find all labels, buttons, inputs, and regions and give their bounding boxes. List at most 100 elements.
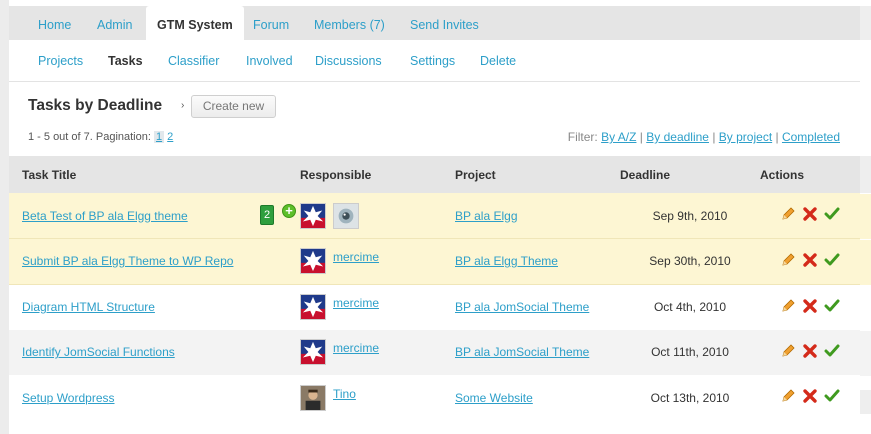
- task-link[interactable]: Beta Test of BP ala Elgg theme: [22, 209, 188, 223]
- table-header-row: Task Title Responsible Project Deadline …: [9, 156, 860, 193]
- deadline-text: Oct 13th, 2010: [650, 390, 730, 405]
- project-link[interactable]: BP ala Elgg: [455, 209, 518, 223]
- subnav-classifier[interactable]: Classifier: [168, 54, 219, 68]
- deadline-cell: Sep 30th, 2010: [620, 238, 760, 285]
- task-title-cell: Beta Test of BP ala Elgg theme 2 +: [9, 193, 300, 239]
- project-link[interactable]: BP ala Elgg Theme: [455, 254, 558, 268]
- create-new-button[interactable]: Create new: [191, 95, 276, 118]
- primary-nav: Home Admin GTM System Forum Members (7) …: [9, 6, 860, 40]
- check-icon[interactable]: [824, 343, 840, 359]
- project-link[interactable]: Some Website: [455, 391, 533, 405]
- comment-count-badge: 2: [260, 205, 274, 225]
- actions-cell: [760, 238, 860, 285]
- delete-icon[interactable]: [802, 252, 818, 268]
- subnav-discussions[interactable]: Discussions: [315, 54, 382, 68]
- responsible-link[interactable]: mercime: [333, 250, 379, 264]
- filter-by-deadline[interactable]: By deadline: [646, 130, 709, 144]
- deadline-text: Oct 11th, 2010: [651, 345, 729, 360]
- nav-forum[interactable]: Forum: [253, 6, 289, 40]
- col-task-title[interactable]: Task Title: [9, 156, 300, 193]
- subnav-settings[interactable]: Settings: [410, 54, 455, 68]
- project-cell: BP ala JomSocial Theme: [455, 329, 620, 375]
- deadline-cell: Oct 4th, 2010: [620, 284, 760, 330]
- task-link[interactable]: Setup Wordpress: [22, 391, 115, 405]
- check-icon[interactable]: [824, 388, 840, 404]
- avatar-icon[interactable]: [300, 339, 326, 366]
- project-cell: BP ala JomSocial Theme: [455, 284, 620, 330]
- responsible-cell: Tino: [300, 375, 455, 421]
- subnav-projects[interactable]: Projects: [38, 54, 83, 68]
- col-deadline[interactable]: Deadline: [620, 156, 760, 193]
- nav-home[interactable]: Home: [38, 6, 71, 40]
- eye-avatar-icon[interactable]: [333, 202, 359, 229]
- task-link[interactable]: Submit BP ala Elgg Theme to WP Repo: [22, 254, 233, 268]
- page-link-1[interactable]: 1: [153, 131, 165, 143]
- subnav-tasks[interactable]: Tasks: [108, 54, 143, 68]
- responsible-link[interactable]: mercime: [333, 296, 379, 310]
- deadline-cell: Sep 9th, 2010: [620, 193, 760, 239]
- check-icon[interactable]: [824, 252, 840, 268]
- responsible-cell: [300, 193, 455, 239]
- filter-separator: |: [775, 130, 779, 144]
- actions-cell: [760, 329, 860, 375]
- project-link[interactable]: BP ala JomSocial Theme: [455, 345, 589, 359]
- filter-label: Filter:: [567, 130, 598, 144]
- check-icon[interactable]: [824, 206, 840, 222]
- actions-cell: [760, 193, 860, 239]
- responsible-link[interactable]: Tino: [333, 387, 356, 401]
- page: Home Admin GTM System Forum Members (7) …: [9, 0, 860, 434]
- pencil-icon[interactable]: [780, 343, 796, 359]
- col-project[interactable]: Project: [455, 156, 620, 193]
- project-cell: Some Website: [455, 375, 620, 421]
- right-gutter: [860, 0, 871, 434]
- delete-icon[interactable]: [802, 298, 818, 314]
- table-row: Setup Wordpress Tino Some Website Oct 13…: [9, 375, 860, 421]
- task-title-cell: Submit BP ala Elgg Theme to WP Repo: [9, 238, 300, 285]
- nav-send-invites[interactable]: Send Invites: [410, 6, 479, 40]
- nav-admin[interactable]: Admin: [97, 6, 132, 40]
- responsible-cell: mercime: [300, 284, 455, 330]
- filter-by-project[interactable]: By project: [719, 130, 772, 144]
- filter-by-az[interactable]: By A/Z: [601, 130, 636, 144]
- pencil-icon[interactable]: [780, 252, 796, 268]
- nav-members[interactable]: Members (7): [314, 6, 385, 40]
- deadline-text: Sep 30th, 2010: [649, 254, 731, 269]
- col-responsible[interactable]: Responsible: [300, 156, 455, 193]
- actions-cell: [760, 375, 860, 421]
- actions-cell: [760, 284, 860, 330]
- pencil-icon[interactable]: [780, 388, 796, 404]
- pencil-icon[interactable]: [780, 206, 796, 222]
- page-link-2[interactable]: 2: [167, 131, 173, 143]
- deadline-text: Sep 9th, 2010: [652, 208, 728, 223]
- project-cell: BP ala Elgg: [455, 193, 620, 239]
- deadline-cell: Oct 11th, 2010: [620, 329, 760, 375]
- subnav-delete[interactable]: Delete: [480, 54, 516, 68]
- pencil-icon[interactable]: [780, 298, 796, 314]
- filter-completed[interactable]: Completed: [782, 130, 840, 144]
- delete-icon[interactable]: [802, 206, 818, 222]
- page-title: Tasks by Deadline: [28, 97, 163, 114]
- filter-separator: |: [639, 130, 643, 144]
- avatar-icon[interactable]: [300, 248, 326, 275]
- table-row: Beta Test of BP ala Elgg theme 2 + BP al…: [9, 193, 860, 239]
- sub-nav: Projects Tasks Classifier Involved Discu…: [9, 40, 860, 82]
- subnav-involved[interactable]: Involved: [246, 54, 293, 68]
- delete-icon[interactable]: [802, 388, 818, 404]
- avatar-icon[interactable]: [300, 294, 326, 320]
- task-link[interactable]: Identify JomSocial Functions: [22, 345, 175, 359]
- delete-icon[interactable]: [802, 343, 818, 359]
- task-link[interactable]: Diagram HTML Structure: [22, 300, 155, 314]
- responsible-cell: mercime: [300, 329, 455, 375]
- project-cell: BP ala Elgg Theme: [455, 238, 620, 285]
- filter-bar: Filter: By A/Z | By deadline | By projec…: [568, 130, 840, 144]
- project-link[interactable]: BP ala JomSocial Theme: [455, 300, 589, 314]
- avatar-icon[interactable]: [300, 384, 326, 411]
- responsible-link[interactable]: mercime: [333, 341, 379, 355]
- col-actions: Actions: [760, 156, 860, 193]
- nav-gtm-system[interactable]: GTM System: [146, 6, 244, 40]
- add-icon[interactable]: +: [282, 204, 296, 218]
- check-icon[interactable]: [824, 298, 840, 314]
- pagination-summary: 1 - 5 out of 7. Pagination:: [28, 131, 151, 143]
- task-title-cell: Setup Wordpress: [9, 375, 300, 421]
- avatar-icon[interactable]: [300, 202, 326, 229]
